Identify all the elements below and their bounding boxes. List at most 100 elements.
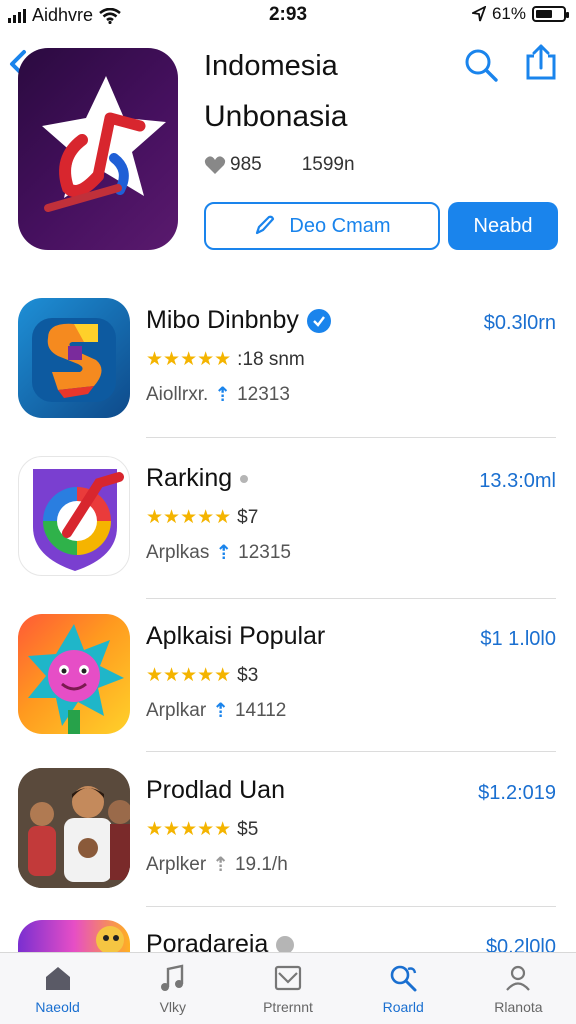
likes-count: 985 [230,154,262,175]
list-item[interactable]: Poradareia $0.2l0l0 [0,920,576,952]
search-person-icon [390,965,417,992]
tab-bar: Naeold Vlky Ptrernnt Roarld Rlanota [0,952,576,1024]
tab-music[interactable]: Vlky [115,953,230,1024]
app-name-text: Poradareia [146,930,269,952]
rating-row: ★★★★★ :18 snm [146,348,305,371]
stats-row: 985 1599n [204,154,355,176]
app-name: Mibo Dinbnby [146,306,331,335]
download-icon: ⇡ [212,700,229,722]
app-hero-icon [18,48,178,250]
status-bar: Aidhvre 2:93 61% [0,0,576,30]
inbox-icon [274,965,302,991]
list-item[interactable]: Aplkaisi Popular $1 1.l0l0 ★★★★★ $3 Arpl… [0,614,576,766]
shield-note-logo-icon [33,469,124,571]
verified-badge-icon [306,308,331,333]
price-label[interactable]: $1.2:019 [478,782,556,805]
app-name-text: Prodlad Uan [146,776,285,804]
status-right: 61% [471,4,569,24]
price-label[interactable]: $0.2l0l0 [486,936,556,952]
children-photo-icon [18,768,130,888]
download-icon: ⇡ [214,384,232,406]
tab-label: Vlky [159,999,187,1015]
star-rating-icon: ★★★★★ [146,665,232,686]
tab-label: Roarld [382,999,424,1015]
primary-action-button[interactable]: Neabd [448,202,558,250]
secondary-action-label: Deo Cmam [289,214,391,237]
price-label[interactable]: $1 1.l0l0 [480,628,556,651]
app-name: Prodlad Uan [146,776,285,805]
rating-text: :18 snm [237,348,305,370]
meta-row: Aiollrxr. ⇡ 12313 [146,382,290,407]
price-label[interactable]: 13.3:0ml [479,470,556,493]
divider [146,598,556,599]
battery-percent: 61% [491,4,526,23]
app-icon-popular [18,614,130,734]
info-dot-icon [240,474,249,483]
search-icon[interactable] [462,46,500,84]
tab-inbox[interactable]: Ptrernnt [230,953,345,1024]
page-title: Indomesia [204,50,338,82]
tab-label: Ptrernnt [263,999,313,1015]
tab-profile[interactable]: Rlanota [461,953,576,1024]
meta-row: Arplker ⇡ 19.1/h [146,852,288,877]
rating-row: ★★★★★ $5 [146,818,258,841]
divider [146,437,556,438]
app-icon-poradareia [18,920,130,952]
colorful-s-logo-icon [32,318,116,402]
app-icon-prodlad [18,768,130,888]
star-note-logo-icon [42,76,166,212]
app-icon-mibo [18,298,130,418]
download-count: 19.1/h [234,853,288,875]
star-rating-icon: ★★★★★ [146,507,232,528]
star-rating-icon: ★★★★★ [146,349,232,370]
list-item[interactable]: Prodlad Uan $1.2:019 ★★★★★ $5 Arplker ⇡ … [0,768,576,920]
divider [146,751,556,752]
download-count: 12313 [237,383,290,405]
page-subtitle: Unbonasia [204,100,348,133]
rating-row: ★★★★★ $3 [146,664,258,687]
rating-text: $7 [237,506,259,528]
battery-icon [532,6,569,22]
category-label: Arplker [146,853,207,875]
price-label[interactable]: $0.3l0rn [484,312,556,335]
category-label: Arplkar [146,699,207,721]
info-dot-icon [276,935,295,952]
tab-label: Rlanota [494,999,543,1015]
app-name-text: Aplkaisi Popular [146,622,326,650]
secondary-action-button[interactable]: Deo Cmam [204,202,440,250]
home-icon [45,967,70,990]
app-name: Aplkaisi Popular [146,622,325,651]
rating-text: $5 [237,818,259,840]
app-icon-rarking [18,456,130,576]
tab-home[interactable]: Naeold [0,953,115,1024]
rating-text: $3 [237,664,259,686]
meta-row: Arplkas ⇡ 12315 [146,540,291,565]
pencil-icon [256,215,275,235]
download-count: 12315 [238,541,291,563]
list-item[interactable]: Rarking 13.3:0ml ★★★★★ $7 Arplkas ⇡ 1231… [0,456,576,608]
profile-icon [506,965,531,991]
rating-row: ★★★★★ $7 [146,506,258,529]
tab-label: Naeold [35,999,80,1015]
download-icon: ⇡ [215,542,233,564]
app-name-text: Mibo Dinbnby [146,306,299,334]
meta-row: Arplkar ⇡ 14112 [146,698,286,723]
heart-icon [204,156,226,174]
tab-search[interactable]: Roarld [346,953,461,1024]
music-icon [160,964,183,991]
app-name-text: Rarking [146,464,233,492]
category-label: Aiollrxr. [146,383,209,405]
app-name: Rarking [146,464,249,493]
primary-action-label: Neabd [473,214,533,237]
category-label: Arplkas [146,541,210,563]
location-icon [471,6,486,22]
share-icon[interactable] [522,42,560,82]
battery-fill [536,10,552,18]
star-rating-icon: ★★★★★ [146,819,232,840]
divider [146,906,556,907]
list-item[interactable]: Mibo Dinbnby $0.3l0rn ★★★★★ :18 snm Aiol… [0,298,576,450]
download-count: 14112 [234,699,287,721]
download-icon: ⇡ [212,854,229,876]
stat-count: 1599n [301,154,355,175]
app-name: Poradareia [146,930,295,952]
